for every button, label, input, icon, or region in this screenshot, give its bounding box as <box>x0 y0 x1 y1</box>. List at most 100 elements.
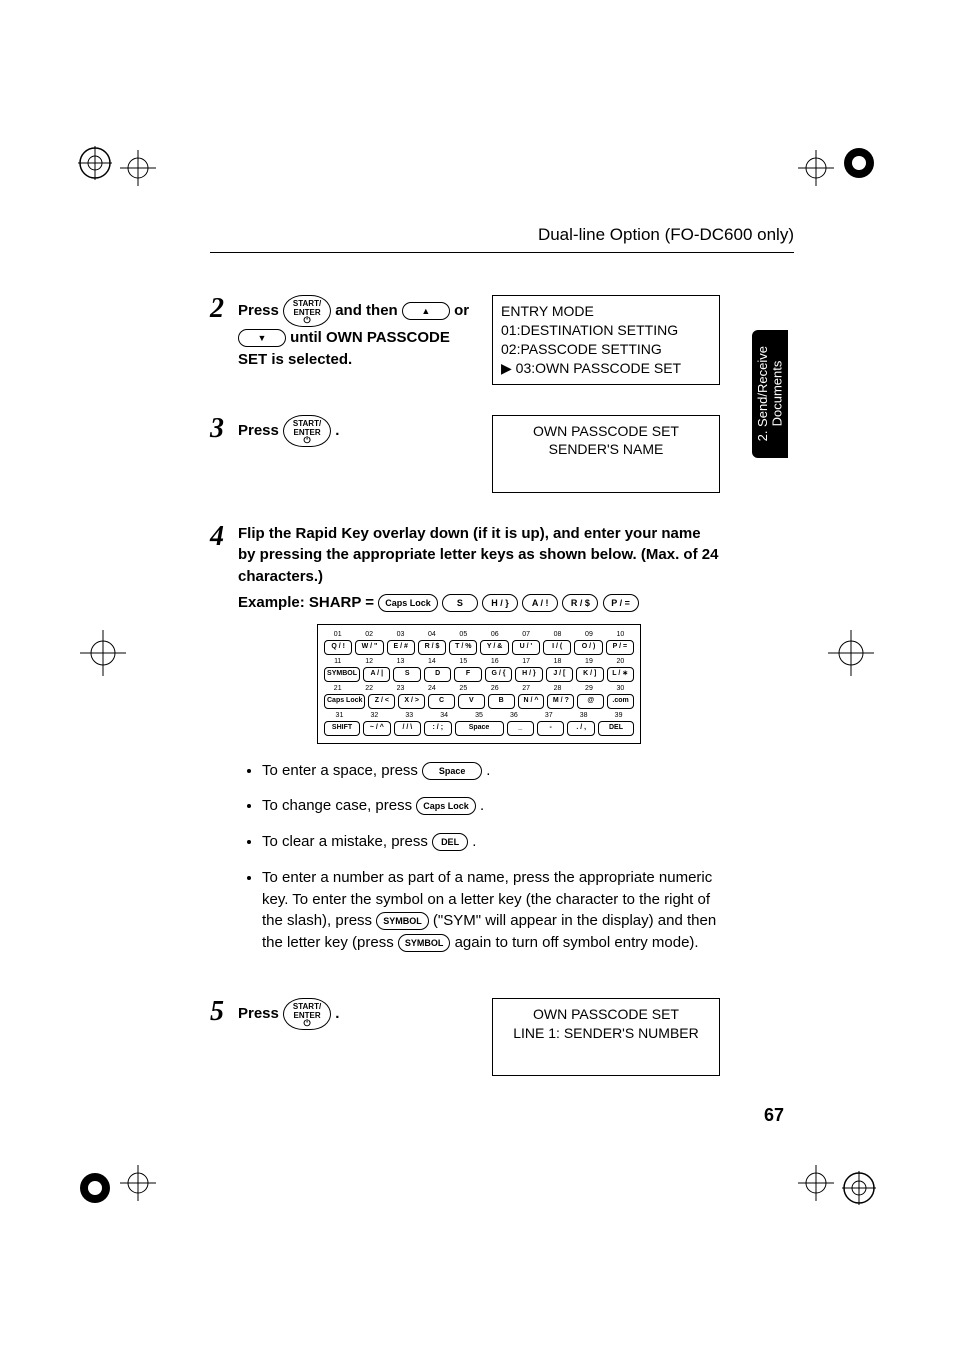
key-icon: 36 <box>498 712 529 719</box>
start-enter-key-icon: START/ ENTER ⏻ <box>283 998 331 1030</box>
key-icon: 23 <box>387 685 414 692</box>
crosshair-icon <box>80 630 126 676</box>
key-icon: : / ; <box>424 721 451 736</box>
crosshair-icon <box>120 150 156 186</box>
key-label: START/ <box>293 419 321 428</box>
key-icon: 14 <box>418 658 445 665</box>
key-icon: X / > <box>398 694 425 709</box>
key-icon: L / ∗ <box>607 667 634 682</box>
key-icon: Caps Lock <box>378 594 438 612</box>
display-line: 01:DESTINATION SETTING <box>501 321 711 340</box>
key-icon: U / ' <box>512 640 540 655</box>
chapter-tab: 2. Send/Receive Documents <box>752 330 788 458</box>
step-number: 4 <box>210 523 224 551</box>
lcd-display: ENTRY MODE 01:DESTINATION SETTING 02:PAS… <box>492 295 720 385</box>
key-icon: . / , <box>567 721 594 736</box>
header-rule <box>210 252 794 253</box>
text: or <box>454 302 469 319</box>
key-icon: ~ / ^ <box>363 721 390 736</box>
key-icon: 11 <box>324 658 351 665</box>
key-icon: 07 <box>512 631 539 638</box>
key-icon: W / " <box>355 640 383 655</box>
key-icon: 08 <box>544 631 571 638</box>
key-icon: A / ! <box>522 594 558 612</box>
crosshair-icon <box>798 150 834 186</box>
step-number: 3 <box>210 415 224 443</box>
display-line: OWN PASSCODE SET <box>501 1005 711 1024</box>
text: and then <box>335 302 402 319</box>
key-icon: B <box>488 694 515 709</box>
display-line: OWN PASSCODE SET <box>501 422 711 441</box>
key-icon: @ <box>577 694 604 709</box>
key-icon: S <box>442 594 478 612</box>
step-2-text: Press START/ ENTER ⏻ and then ▲ or ▼ unt… <box>238 295 478 371</box>
text: . <box>472 833 476 850</box>
tips-list: To enter a space, press Space . To chang… <box>238 760 720 954</box>
key-label: START/ <box>293 1002 321 1011</box>
step-number: 5 <box>210 998 224 1026</box>
text: Example: SHARP = <box>238 594 378 611</box>
text: To enter a space, press <box>262 762 422 779</box>
start-enter-key-icon: START/ ENTER ⏻ <box>283 295 331 327</box>
key-icon: 34 <box>429 712 460 719</box>
key-icon: 21 <box>324 685 351 692</box>
text: . <box>335 422 339 439</box>
key-icon: O / ) <box>574 640 602 655</box>
key-icon: SYMBOL <box>324 667 360 682</box>
key-icon: .com <box>607 694 634 709</box>
key-icon: 33 <box>394 712 425 719</box>
capslock-key-icon: Caps Lock <box>416 797 476 815</box>
registration-mark-icon <box>842 146 876 180</box>
key-icon: / / \ <box>394 721 421 736</box>
crosshair-icon <box>120 1165 156 1201</box>
del-key-icon: DEL <box>432 833 468 851</box>
key-icon: 30 <box>607 685 634 692</box>
key-icon: 24 <box>418 685 445 692</box>
symbol-key-icon: SYMBOL <box>398 934 451 952</box>
display-line: ENTRY MODE <box>501 302 711 321</box>
text: Press <box>238 1005 283 1022</box>
key-icon: J / [ <box>546 667 573 682</box>
key-icon: 35 <box>464 712 495 719</box>
step-4-text: Flip the Rapid Key overlay down (if it i… <box>238 523 720 588</box>
key-icon: 32 <box>359 712 390 719</box>
key-icon: Y / & <box>480 640 508 655</box>
key-icon: 26 <box>481 685 508 692</box>
key-icon: V <box>458 694 485 709</box>
key-icon: R / $ <box>562 594 598 612</box>
text: . <box>335 1005 339 1022</box>
key-icon: 37 <box>533 712 564 719</box>
key-icon: 10 <box>607 631 634 638</box>
key-icon: 12 <box>355 658 382 665</box>
up-arrow-key-icon: ▲ <box>402 302 450 320</box>
step-number: 2 <box>210 295 224 323</box>
key-icon: 31 <box>324 712 355 719</box>
key-icon: H / } <box>515 667 542 682</box>
key-icon: 16 <box>481 658 508 665</box>
key-icon: 01 <box>324 631 351 638</box>
display-line: ▶ 03:OWN PASSCODE SET <box>501 359 711 378</box>
power-icon: ⏻ <box>303 1020 310 1026</box>
crosshair-icon <box>828 630 874 676</box>
step-5-text: Press START/ ENTER ⏻ . <box>238 998 478 1030</box>
key-icon: 09 <box>575 631 602 638</box>
chapter-tab-label: 2. Send/Receive Documents <box>756 346 785 441</box>
key-icon: C <box>428 694 455 709</box>
start-enter-key-icon: START/ ENTER ⏻ <box>283 415 331 447</box>
key-icon: K / ] <box>576 667 603 682</box>
text: To clear a mistake, press <box>262 833 432 850</box>
symbol-key-icon: SYMBOL <box>376 912 429 930</box>
key-icon: F <box>454 667 481 682</box>
key-icon: S <box>393 667 420 682</box>
key-icon: G / { <box>485 667 512 682</box>
list-item: To enter a space, press Space . <box>262 760 720 782</box>
key-icon: 04 <box>418 631 445 638</box>
text: . <box>486 762 490 779</box>
list-item: To enter a number as part of a name, pre… <box>262 867 720 954</box>
key-icon: 18 <box>544 658 571 665</box>
step-5: 5 Press START/ ENTER ⏻ . OWN PASSCODE SE… <box>210 998 720 1076</box>
key-icon: I / ( <box>543 640 571 655</box>
key-icon: 27 <box>512 685 539 692</box>
list-item: To change case, press Caps Lock . <box>262 795 720 817</box>
key-icon: 38 <box>568 712 599 719</box>
